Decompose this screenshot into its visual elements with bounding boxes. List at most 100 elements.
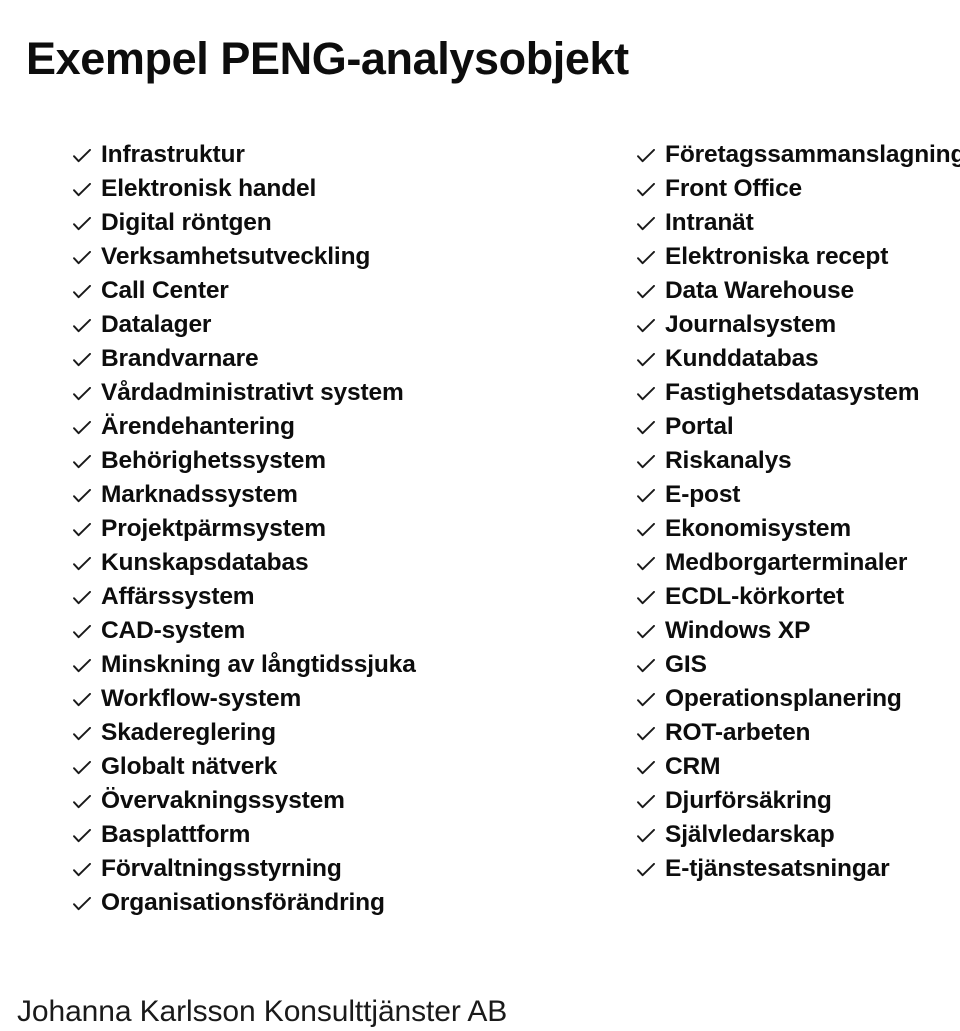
check-icon [72,172,92,206]
list-item: Kunskapsdatabas [72,546,602,580]
list-item: E-post [636,478,960,512]
list-item: Elektronisk handel [72,172,602,206]
check-icon [636,614,656,648]
list-item: Självledarskap [636,818,960,852]
list-item: Ekonomisystem [636,512,960,546]
list-item: Front Office [636,172,960,206]
list-item-label: Projektpärmsystem [101,515,326,542]
list-item: Förvaltningsstyrning [72,852,602,886]
list-item-label: Windows XP [665,617,811,644]
list-item-label: Basplattform [101,821,251,848]
check-icon [72,240,92,274]
list-item-label: Call Center [101,277,229,304]
list-item: Workflow-system [72,682,602,716]
list-item: Minskning av långtidssjuka [72,648,602,682]
list-item-label: Ekonomisystem [665,515,851,542]
slide-canvas: Exempel PENG-analysobjekt Infrastruktur E… [0,0,960,1031]
list-item-label: Kunskapsdatabas [101,549,309,576]
list-item-label: Operationsplanering [665,685,902,712]
list-item-label: Djurförsäkring [665,787,832,814]
list-item: Fastighetsdatasystem [636,376,960,410]
check-icon [636,274,656,308]
content-columns: Infrastruktur Elektronisk handel Digital r… [0,138,960,928]
check-icon [636,240,656,274]
list-item-label: Behörighetssystem [101,447,326,474]
check-icon [636,138,656,172]
list-item-label: Riskanalys [665,447,792,474]
list-item-label: Portal [665,413,734,440]
list-item-label: CAD-system [101,617,246,644]
list-item: Elektroniska recept [636,240,960,274]
list-item-label: Kunddatabas [665,345,819,372]
list-item-label: ROT-arbeten [665,719,811,746]
list-item-label: Data Warehouse [665,277,854,304]
list-item: Djurförsäkring [636,784,960,818]
list-item-label: Datalager [101,311,212,338]
right-checklist: Företagssammanslagning Front Office Intran… [636,138,960,886]
list-item-label: Självledarskap [665,821,835,848]
left-column: Infrastruktur Elektronisk handel Digital r… [72,138,602,920]
list-item-label: E-post [665,481,741,508]
list-item: ECDL-körkortet [636,580,960,614]
list-item: Brandvarnare [72,342,602,376]
list-item-label: Elektroniska recept [665,243,889,270]
check-icon [636,512,656,546]
list-item: Ärendehantering [72,410,602,444]
list-item: Infrastruktur [72,138,602,172]
check-icon [72,308,92,342]
list-item-label: Elektronisk handel [101,175,317,202]
check-icon [72,138,92,172]
list-item: Verksamhetsutveckling [72,240,602,274]
check-icon [72,206,92,240]
list-item-label: Övervakningssystem [101,787,345,814]
list-item-label: CRM [665,753,721,780]
page-title: Exempel PENG-analysobjekt [26,33,629,85]
check-icon [636,478,656,512]
list-item: Call Center [72,274,602,308]
check-icon [72,274,92,308]
check-icon [72,376,92,410]
list-item: Operationsplanering [636,682,960,716]
check-icon [636,852,656,886]
check-icon [636,648,656,682]
list-item-label: Marknadssystem [101,481,298,508]
list-item: Kunddatabas [636,342,960,376]
list-item-label: Journalsystem [665,311,836,338]
list-item: Vårdadministrativt system [72,376,602,410]
list-item-label: Affärssystem [101,583,255,610]
check-icon [636,750,656,784]
list-item: Affärssystem [72,580,602,614]
check-icon [72,478,92,512]
list-item: Skadereglering [72,716,602,750]
list-item-label: Verksamhetsutveckling [101,243,371,270]
left-checklist: Infrastruktur Elektronisk handel Digital r… [72,138,602,920]
check-icon [72,512,92,546]
list-item: Digital röntgen [72,206,602,240]
check-icon [72,546,92,580]
list-item: Övervakningssystem [72,784,602,818]
check-icon [72,784,92,818]
check-icon [636,376,656,410]
check-icon [72,444,92,478]
check-icon [72,886,92,920]
check-icon [72,580,92,614]
check-icon [636,410,656,444]
check-icon [636,444,656,478]
check-icon [72,852,92,886]
list-item-label: Globalt nätverk [101,753,278,780]
check-icon [72,342,92,376]
check-icon [636,206,656,240]
list-item-label: Vårdadministrativt system [101,379,404,406]
list-item-label: Organisationsförändring [101,889,385,916]
list-item-label: Front Office [665,175,803,202]
list-item: GIS [636,648,960,682]
list-item-label: Digital röntgen [101,209,272,236]
list-item: CAD-system [72,614,602,648]
check-icon [636,308,656,342]
check-icon [72,818,92,852]
check-icon [72,716,92,750]
list-item: Windows XP [636,614,960,648]
list-item: Marknadssystem [72,478,602,512]
list-item-label: Fastighetsdatasystem [665,379,920,406]
check-icon [72,410,92,444]
